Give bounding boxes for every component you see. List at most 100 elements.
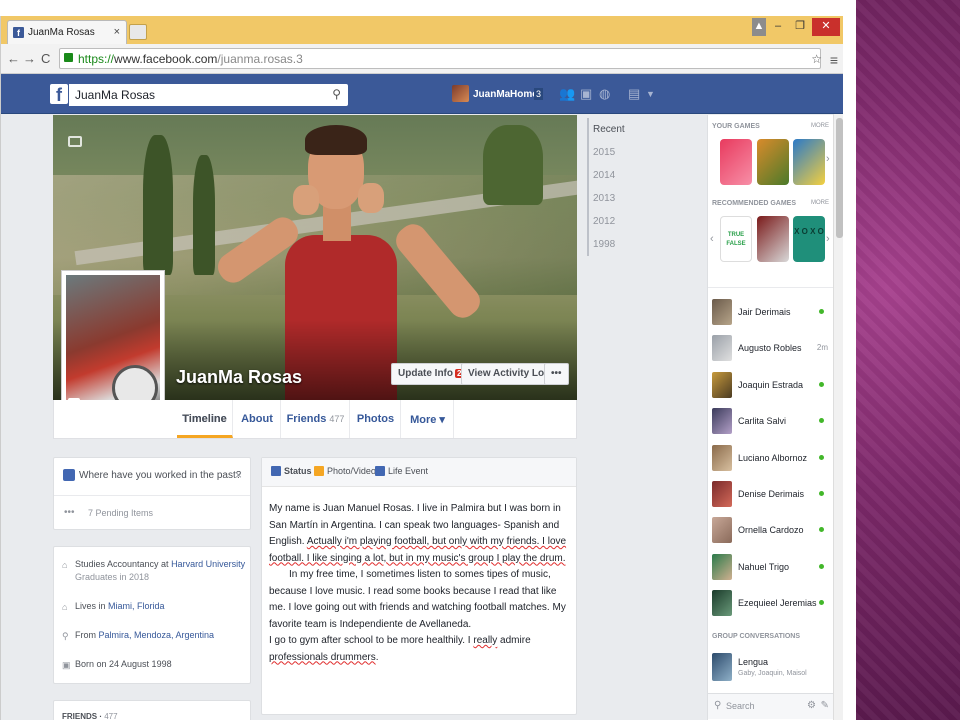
year-2014[interactable]: 2014: [589, 164, 687, 187]
browser-tab[interactable]: f JuanMa Rosas ×: [7, 20, 127, 44]
menu-icon[interactable]: ≡: [830, 52, 838, 68]
chat-contact[interactable]: Denise Derimais: [712, 479, 830, 509]
new-tab-button[interactable]: [129, 24, 147, 40]
paragraph-3a: I go to gym after school to be more heal…: [269, 635, 474, 646]
minimize-icon[interactable]: –: [768, 18, 788, 36]
year-recent[interactable]: Recent: [589, 118, 687, 141]
new-message-icon[interactable]: ✎: [821, 700, 829, 711]
prev-arrow-icon[interactable]: ‹: [710, 233, 714, 245]
your-games-more-link[interactable]: MORE: [811, 123, 829, 129]
lives-link[interactable]: Miami, Florida: [108, 601, 165, 611]
cover-camera-icon[interactable]: [68, 136, 82, 147]
forward-icon[interactable]: →: [23, 51, 36, 66]
chat-contact[interactable]: Luciano Albornoz: [712, 443, 830, 473]
scrollbar-thumb[interactable]: [836, 118, 843, 238]
year-2013[interactable]: 2013: [589, 187, 687, 210]
chat-contact[interactable]: Ezequieel Jeremias: [712, 588, 830, 618]
profile-name[interactable]: JuanMa Rosas: [176, 367, 302, 388]
restore-icon[interactable]: ❐: [790, 18, 810, 36]
tab-timeline-active-label: Timeline: [182, 413, 227, 425]
notifications-globe-icon[interactable]: ◍: [599, 86, 613, 101]
lock-icon: [64, 53, 73, 62]
tab-timeline-active[interactable]: Timeline: [177, 400, 233, 438]
year-2012[interactable]: 2012: [589, 210, 687, 233]
chat-contact[interactable]: Jair Derimais: [712, 297, 830, 327]
update-info-button[interactable]: Update Info 2: [391, 363, 471, 385]
avatar: [712, 445, 732, 471]
chat-contact[interactable]: Ornella Cardozo: [712, 515, 830, 545]
url-path: /juanma.rosas.3: [217, 52, 303, 66]
studies-prefix: Studies Accountancy at: [75, 559, 172, 569]
contact-name: Nahuel Trigo: [738, 562, 790, 572]
next-arrow-icon[interactable]: ›: [826, 153, 830, 165]
friend-requests-icon[interactable]: 👥: [559, 86, 575, 101]
account-menu-icon[interactable]: ▼: [646, 89, 660, 103]
online-indicator: [819, 455, 824, 460]
group-avatar: [712, 653, 732, 681]
reload-icon[interactable]: C: [41, 51, 50, 66]
tab-friends[interactable]: Friends 477: [282, 400, 350, 438]
tab-close-icon[interactable]: ×: [114, 26, 120, 38]
photo-video-tab[interactable]: Photo/Video: [314, 466, 376, 476]
cover-tree: [483, 125, 543, 205]
birthday-icon: ▣: [62, 660, 71, 670]
recommended-more-link[interactable]: MORE: [811, 200, 829, 206]
composer-textarea[interactable]: My name is Juan Manuel Rosas. I live in …: [269, 501, 571, 666]
profile-name-link[interactable]: JuanMa: [473, 89, 510, 100]
game-tile[interactable]: [757, 139, 789, 185]
school-link[interactable]: Harvard University: [171, 559, 245, 569]
chat-contact[interactable]: Carlita Salvi: [712, 406, 830, 436]
back-icon[interactable]: ←: [7, 51, 20, 66]
game-tile[interactable]: [720, 139, 752, 185]
online-indicator: [819, 600, 824, 605]
user-profile-icon[interactable]: ▲: [752, 18, 766, 36]
tab-photos[interactable]: Photos: [351, 400, 401, 438]
online-indicator: [819, 564, 824, 569]
search-icon[interactable]: ⚲: [332, 87, 341, 101]
chat-contact[interactable]: Joaquin Estrada: [712, 370, 830, 400]
group-conversations-heading: GROUP CONVERSATIONS: [712, 633, 801, 640]
year-1998[interactable]: 1998: [589, 233, 687, 256]
tab-more[interactable]: More ▾: [402, 400, 454, 438]
close-icon[interactable]: ×: [235, 468, 242, 482]
game-tile[interactable]: [793, 139, 825, 185]
tab-about[interactable]: About: [234, 400, 281, 438]
home-icon: ⌂: [62, 602, 68, 612]
status-tab[interactable]: Status: [271, 466, 312, 476]
chat-search-bar[interactable]: ⚲ Search ⚙ ✎: [708, 693, 834, 719]
group-conversation[interactable]: Lengua Gaby, Joaquin, Maisol: [712, 651, 830, 683]
pending-items-link[interactable]: 7 Pending Items: [88, 508, 153, 518]
life-event-tab[interactable]: Life Event: [375, 466, 428, 476]
close-window-icon[interactable]: ✕: [812, 18, 840, 36]
next-arrow-icon[interactable]: ›: [826, 233, 830, 245]
profile-avatar[interactable]: [452, 85, 469, 102]
facebook-logo-icon[interactable]: f: [50, 84, 68, 105]
life-event-label: Life Event: [388, 466, 429, 476]
privacy-shortcuts-icon[interactable]: ▤: [628, 86, 642, 101]
facebook-search-input[interactable]: JuanMa Rosas ⚲: [69, 84, 348, 106]
chat-contact[interactable]: Nahuel Trigo: [712, 552, 830, 582]
online-indicator: [819, 309, 824, 314]
recommended-games-heading: RECOMMENDED GAMES: [712, 200, 797, 207]
star-icon[interactable]: ☆: [811, 52, 822, 66]
messages-icon[interactable]: ▣: [580, 86, 594, 101]
flag-icon: [375, 466, 385, 476]
game-tile[interactable]: X O X O: [793, 216, 825, 262]
work-question[interactable]: Where have you worked in the past?: [79, 470, 241, 481]
your-games-heading: YOUR GAMES: [712, 123, 760, 130]
more-options-button[interactable]: •••: [544, 363, 569, 385]
right-sidebar: YOUR GAMES MORE › RECOMMENDED GAMES MORE…: [707, 115, 834, 720]
gear-icon[interactable]: ⚙: [807, 700, 816, 711]
year-2015[interactable]: 2015: [589, 141, 687, 164]
page-scrollbar[interactable]: [833, 114, 843, 720]
chat-contact[interactable]: Augusto Robles 2m: [712, 333, 830, 363]
game-tile[interactable]: [757, 216, 789, 262]
status-label: Status: [284, 466, 312, 476]
game-tile[interactable]: TRUE FALSE: [720, 216, 752, 262]
facebook-top-bar: f JuanMa Rosas ⚲ JuanMa Home 3 👥 ▣ ◍ ▤ ▼: [1, 74, 843, 114]
url-input[interactable]: https://www.facebook.com/juanma.rosas.3: [59, 48, 821, 69]
from-link[interactable]: Palmira, Mendoza, Argentina: [99, 630, 215, 640]
window-controls: ▲ – ❐ ✕: [752, 18, 840, 38]
friends-title[interactable]: FRIENDS: [62, 712, 97, 720]
url-host: www.facebook.com: [114, 52, 218, 66]
